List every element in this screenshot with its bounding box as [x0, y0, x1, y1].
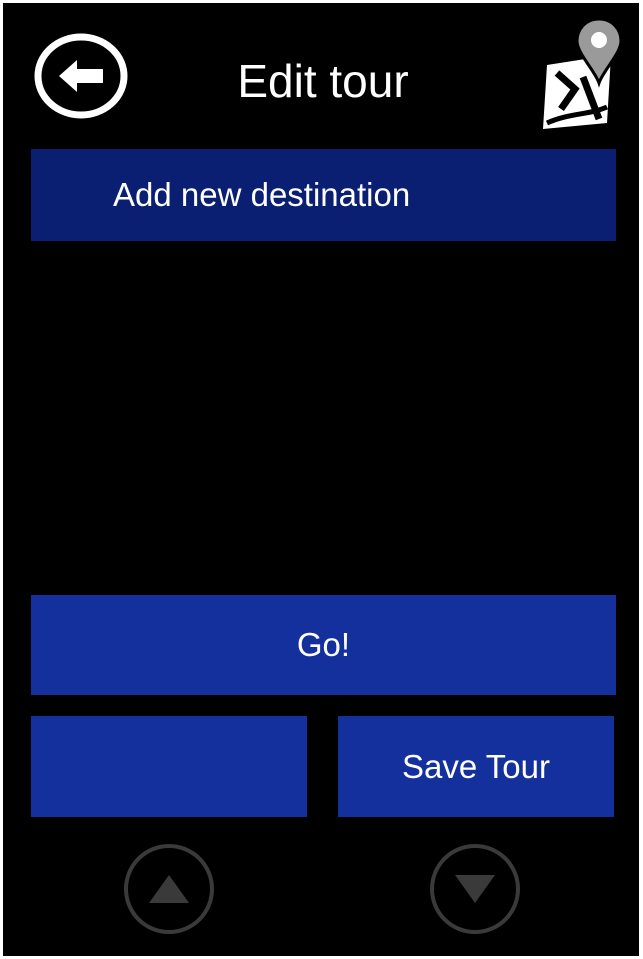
move-up-button[interactable] [121, 841, 217, 937]
map-button[interactable] [539, 15, 629, 133]
go-button[interactable]: Go! [31, 595, 616, 695]
blank-button[interactable] [31, 716, 307, 817]
triangle-down-icon [430, 844, 520, 934]
edit-tour-screen: Edit tour Add new destination Go! Save T… [3, 3, 639, 956]
move-down-button[interactable] [427, 841, 523, 937]
arrow-left-circle-icon [34, 33, 128, 119]
add-destination-button[interactable]: Add new destination [31, 149, 616, 241]
save-tour-button[interactable]: Save Tour [338, 716, 614, 817]
page-title: Edit tour [237, 55, 409, 107]
back-button[interactable] [33, 33, 129, 119]
triangle-up-icon [124, 844, 214, 934]
map-pin-icon [543, 17, 623, 129]
